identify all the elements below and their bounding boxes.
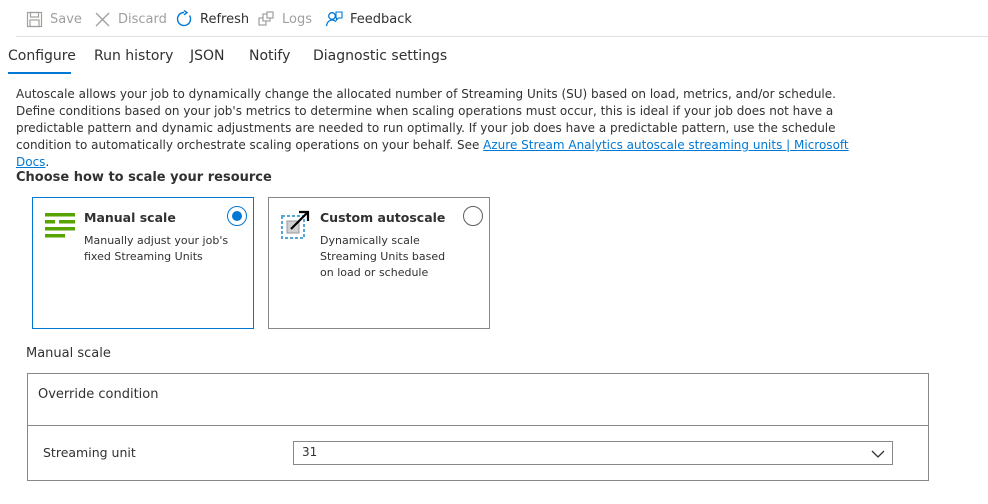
discard-label: Discard bbox=[118, 11, 167, 27]
manual-scale-radio[interactable] bbox=[227, 206, 247, 226]
override-condition-panel: Override condition Streaming unit 31 bbox=[27, 373, 929, 481]
feedback-icon bbox=[324, 9, 344, 29]
save-button[interactable]: Save bbox=[24, 8, 82, 30]
manual-scale-option[interactable]: Manual scale Manually adjust your job's … bbox=[32, 197, 254, 329]
override-condition-heading: Override condition bbox=[38, 387, 159, 402]
refresh-button[interactable]: Refresh bbox=[174, 8, 249, 30]
tab-diagnostic-settings[interactable]: Diagnostic settings bbox=[313, 44, 447, 74]
refresh-label: Refresh bbox=[200, 11, 250, 27]
command-bar: Save Discard Refresh Logs Feedback bbox=[0, 0, 988, 37]
custom-autoscale-description: Dynamically scale Streaming Units based … bbox=[320, 234, 446, 279]
tab-configure[interactable]: Configure bbox=[8, 44, 76, 74]
custom-autoscale-radio[interactable] bbox=[463, 206, 483, 226]
chevron-down-icon bbox=[870, 446, 886, 462]
autoscale-icon bbox=[279, 210, 313, 240]
tab-json[interactable]: JSON bbox=[190, 44, 225, 74]
streaming-unit-label: Streaming unit bbox=[43, 445, 136, 460]
discard-button[interactable]: Discard bbox=[92, 8, 167, 30]
logs-button[interactable]: Logs bbox=[256, 8, 312, 30]
logs-icon bbox=[256, 9, 276, 29]
tab-notify[interactable]: Notify bbox=[249, 44, 290, 74]
manual-scale-description: Manually adjust your job's fixed Streami… bbox=[84, 234, 229, 263]
panel-divider bbox=[28, 425, 928, 426]
save-label: Save bbox=[50, 11, 82, 27]
streaming-unit-dropdown[interactable]: 31 bbox=[293, 441, 893, 465]
custom-autoscale-title: Custom autoscale bbox=[320, 210, 446, 225]
manual-scale-icon bbox=[43, 210, 77, 240]
autoscale-description: Autoscale allows your job to dynamically… bbox=[16, 86, 876, 171]
refresh-icon bbox=[174, 9, 194, 29]
save-icon bbox=[24, 9, 44, 29]
logs-label: Logs bbox=[282, 11, 312, 27]
manual-scale-title: Manual scale bbox=[84, 210, 176, 225]
custom-autoscale-option[interactable]: Custom autoscale Dynamically scale Strea… bbox=[268, 197, 490, 329]
close-icon bbox=[92, 9, 112, 29]
toolbar-divider bbox=[16, 36, 988, 37]
feedback-button[interactable]: Feedback bbox=[324, 8, 412, 30]
feedback-label: Feedback bbox=[350, 11, 412, 27]
scale-section-title: Choose how to scale your resource bbox=[16, 170, 272, 185]
streaming-unit-value: 31 bbox=[302, 445, 318, 459]
manual-scale-label: Manual scale bbox=[26, 346, 111, 361]
description-suffix: . bbox=[45, 155, 50, 169]
tab-run-history[interactable]: Run history bbox=[94, 44, 173, 74]
